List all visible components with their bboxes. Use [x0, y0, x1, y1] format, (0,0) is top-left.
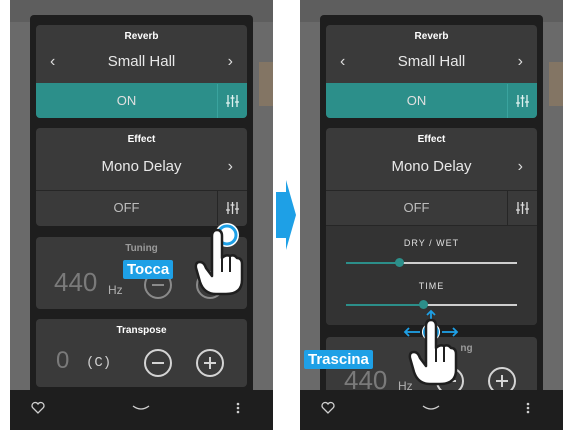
drag-callout: Trascina — [304, 350, 373, 369]
transpose-plus-button[interactable] — [196, 349, 224, 377]
chevron-down-icon[interactable] — [420, 400, 442, 416]
chevron-right-icon[interactable]: › — [518, 152, 523, 182]
transpose-minus-button[interactable] — [144, 349, 172, 377]
sliders-icon — [226, 95, 239, 107]
effect-selector[interactable]: Mono Delay › — [36, 152, 247, 182]
dry-wet-fill — [346, 262, 399, 264]
tuning-value: 440 — [54, 267, 98, 297]
effect-toggle-row: OFF — [326, 190, 537, 225]
background-panel — [549, 62, 563, 106]
left-phone-screen: Reverb ‹ Small Hall › ON Effect Mono Del… — [10, 0, 273, 430]
transpose-title: Transpose — [116, 325, 167, 336]
next-arrow-icon — [276, 180, 296, 250]
minus-icon — [152, 362, 164, 364]
chevron-right-icon[interactable]: › — [228, 47, 233, 77]
reverb-toggle-button[interactable]: ON — [326, 84, 507, 118]
more-icon[interactable] — [235, 400, 241, 416]
effect-toggle-button[interactable]: OFF — [36, 191, 217, 225]
bottom-bar — [10, 390, 273, 430]
reverb-settings-button[interactable] — [507, 84, 537, 118]
effect-value: Mono Delay — [391, 158, 472, 175]
reverb-toggle-button[interactable]: ON — [36, 84, 217, 118]
time-label: TIME — [418, 281, 445, 291]
effect-card: Effect Mono Delay › OFF — [36, 128, 247, 226]
more-icon[interactable] — [525, 400, 531, 416]
sliders-icon — [516, 202, 529, 214]
right-phone-screen: Reverb ‹ Small Hall › ON Effect Mono Del… — [300, 0, 563, 430]
dry-wet-label: DRY / WET — [403, 238, 460, 248]
dry-wet-handle[interactable] — [395, 258, 404, 267]
transpose-note: (C) — [86, 355, 112, 371]
effect-settings-button[interactable] — [507, 191, 537, 225]
reverb-selector[interactable]: ‹ Small Hall › — [36, 47, 247, 77]
reverb-card: Reverb ‹ Small Hall › ON — [36, 25, 247, 118]
bottom-bar — [300, 390, 563, 430]
dry-wet-slider[interactable] — [346, 258, 517, 267]
minus-icon — [152, 284, 164, 286]
background-panel — [259, 62, 273, 106]
reverb-value: Small Hall — [397, 53, 466, 70]
effect-title: Effect — [417, 134, 446, 145]
chevron-right-icon[interactable]: › — [518, 47, 523, 77]
reverb-card: Reverb ‹ Small Hall › ON — [326, 25, 537, 118]
reverb-settings-button[interactable] — [217, 84, 247, 118]
transpose-card: Transpose 0 (C) — [36, 319, 247, 387]
heart-icon[interactable] — [30, 400, 46, 416]
time-fill — [346, 304, 423, 306]
chevron-left-icon[interactable]: ‹ — [340, 47, 345, 77]
sliders-icon — [516, 95, 529, 107]
reverb-toggle-row: ON — [326, 83, 537, 118]
reverb-value: Small Hall — [107, 53, 176, 70]
hand-icon — [194, 228, 244, 296]
effect-title: Effect — [127, 134, 156, 145]
settings-sheet: Reverb ‹ Small Hall › ON Effect Mono Del… — [30, 15, 253, 400]
hand-icon — [408, 318, 458, 386]
effect-card: Effect Mono Delay › OFF DRY / WET TIME — [326, 128, 537, 325]
reverb-selector[interactable]: ‹ Small Hall › — [326, 47, 537, 77]
reverb-title: Reverb — [124, 31, 159, 42]
chevron-down-icon[interactable] — [130, 400, 152, 416]
effect-value: Mono Delay — [101, 158, 182, 175]
time-slider[interactable] — [346, 300, 517, 309]
chevron-left-icon[interactable]: ‹ — [50, 47, 55, 77]
tap-callout: Tocca — [123, 260, 174, 279]
chevron-right-icon[interactable]: › — [228, 152, 233, 182]
effect-selector[interactable]: Mono Delay › — [326, 152, 537, 182]
effect-toggle-button[interactable]: OFF — [326, 191, 507, 225]
tuning-unit: Hz — [108, 283, 123, 297]
heart-icon[interactable] — [320, 400, 336, 416]
transpose-value: 0 — [56, 347, 70, 374]
reverb-title: Reverb — [414, 31, 449, 42]
reverb-toggle-row: ON — [36, 83, 247, 118]
